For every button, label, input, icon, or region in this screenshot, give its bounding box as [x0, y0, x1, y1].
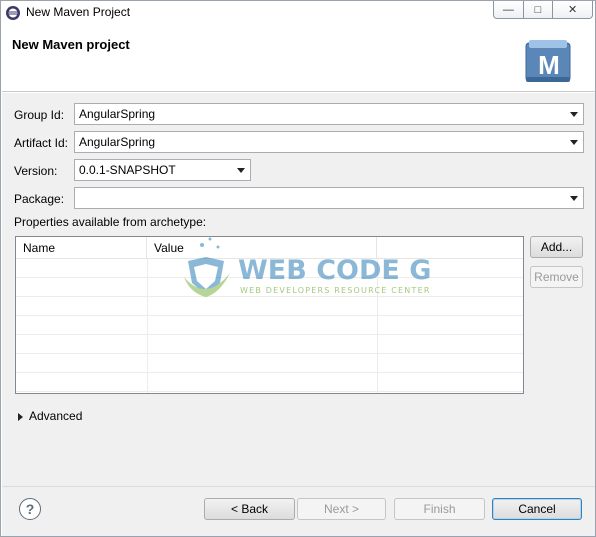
minimize-icon: — [502, 3, 514, 16]
column-header-name[interactable]: Name [16, 237, 147, 259]
finish-button[interactable]: Finish [394, 498, 485, 520]
table-row[interactable] [16, 316, 523, 335]
wizard-banner: New Maven project M [2, 26, 595, 92]
version-value: 0.0.1-SNAPSHOT [79, 163, 176, 177]
close-button[interactable]: ✕ [553, 1, 592, 18]
maximize-button[interactable]: □ [524, 1, 554, 18]
chevron-down-icon [570, 140, 578, 145]
maven-logo-icon: M [525, 40, 571, 82]
properties-label: Properties available from archetype: [14, 215, 207, 229]
table-row[interactable] [16, 373, 523, 392]
group-id-combo[interactable]: AngularSpring [74, 103, 584, 125]
minimize-button[interactable]: — [494, 1, 524, 18]
window-controls: — □ ✕ [493, 1, 593, 19]
artifact-id-combo[interactable]: AngularSpring [74, 131, 584, 153]
maven-logo-letter: M [538, 50, 560, 80]
help-icon[interactable]: ? [19, 498, 41, 520]
version-combo[interactable]: 0.0.1-SNAPSHOT [74, 159, 251, 181]
window-title: New Maven Project [26, 5, 131, 19]
title-bar[interactable]: New Maven Project — □ ✕ [1, 1, 595, 25]
remove-property-button[interactable]: Remove [530, 266, 583, 288]
new-maven-project-dialog: New Maven Project — □ ✕ New Maven projec… [0, 0, 596, 537]
eclipse-icon [6, 6, 20, 20]
group-id-label: Group Id: [14, 108, 65, 122]
wizard-footer: ? < Back Next > Finish Cancel [2, 486, 595, 536]
version-label: Version: [14, 164, 58, 178]
chevron-down-icon [570, 196, 578, 201]
package-combo[interactable] [74, 187, 584, 209]
next-button[interactable]: Next > [297, 498, 386, 520]
wizard-body: Group Id: AngularSpring Artifact Id: Ang… [2, 93, 595, 486]
group-id-value: AngularSpring [79, 107, 156, 121]
table-row[interactable] [16, 354, 523, 373]
artifact-id-label: Artifact Id: [14, 136, 69, 150]
chevron-down-icon [570, 112, 578, 117]
advanced-label: Advanced [29, 409, 83, 423]
cancel-button[interactable]: Cancel [492, 498, 582, 520]
page-title: New Maven project [12, 37, 130, 52]
maximize-icon: □ [534, 3, 542, 16]
package-label: Package: [14, 192, 65, 206]
watermark-subtitle: WEB DEVELOPERS RESOURCE CENTER [240, 286, 430, 295]
table-row[interactable] [16, 335, 523, 354]
web-code-geeks-watermark: WEB CODE GEEKS WEB DEVELOPERS RESOURCE C… [184, 237, 430, 297]
add-property-button[interactable]: Add... [530, 236, 583, 258]
chevron-down-icon [237, 168, 245, 173]
back-button[interactable]: < Back [204, 498, 295, 520]
artifact-id-value: AngularSpring [79, 135, 156, 149]
watermark-title: WEB CODE GEEKS [238, 255, 430, 286]
close-icon: ✕ [568, 4, 578, 16]
chevron-right-icon [18, 413, 23, 421]
